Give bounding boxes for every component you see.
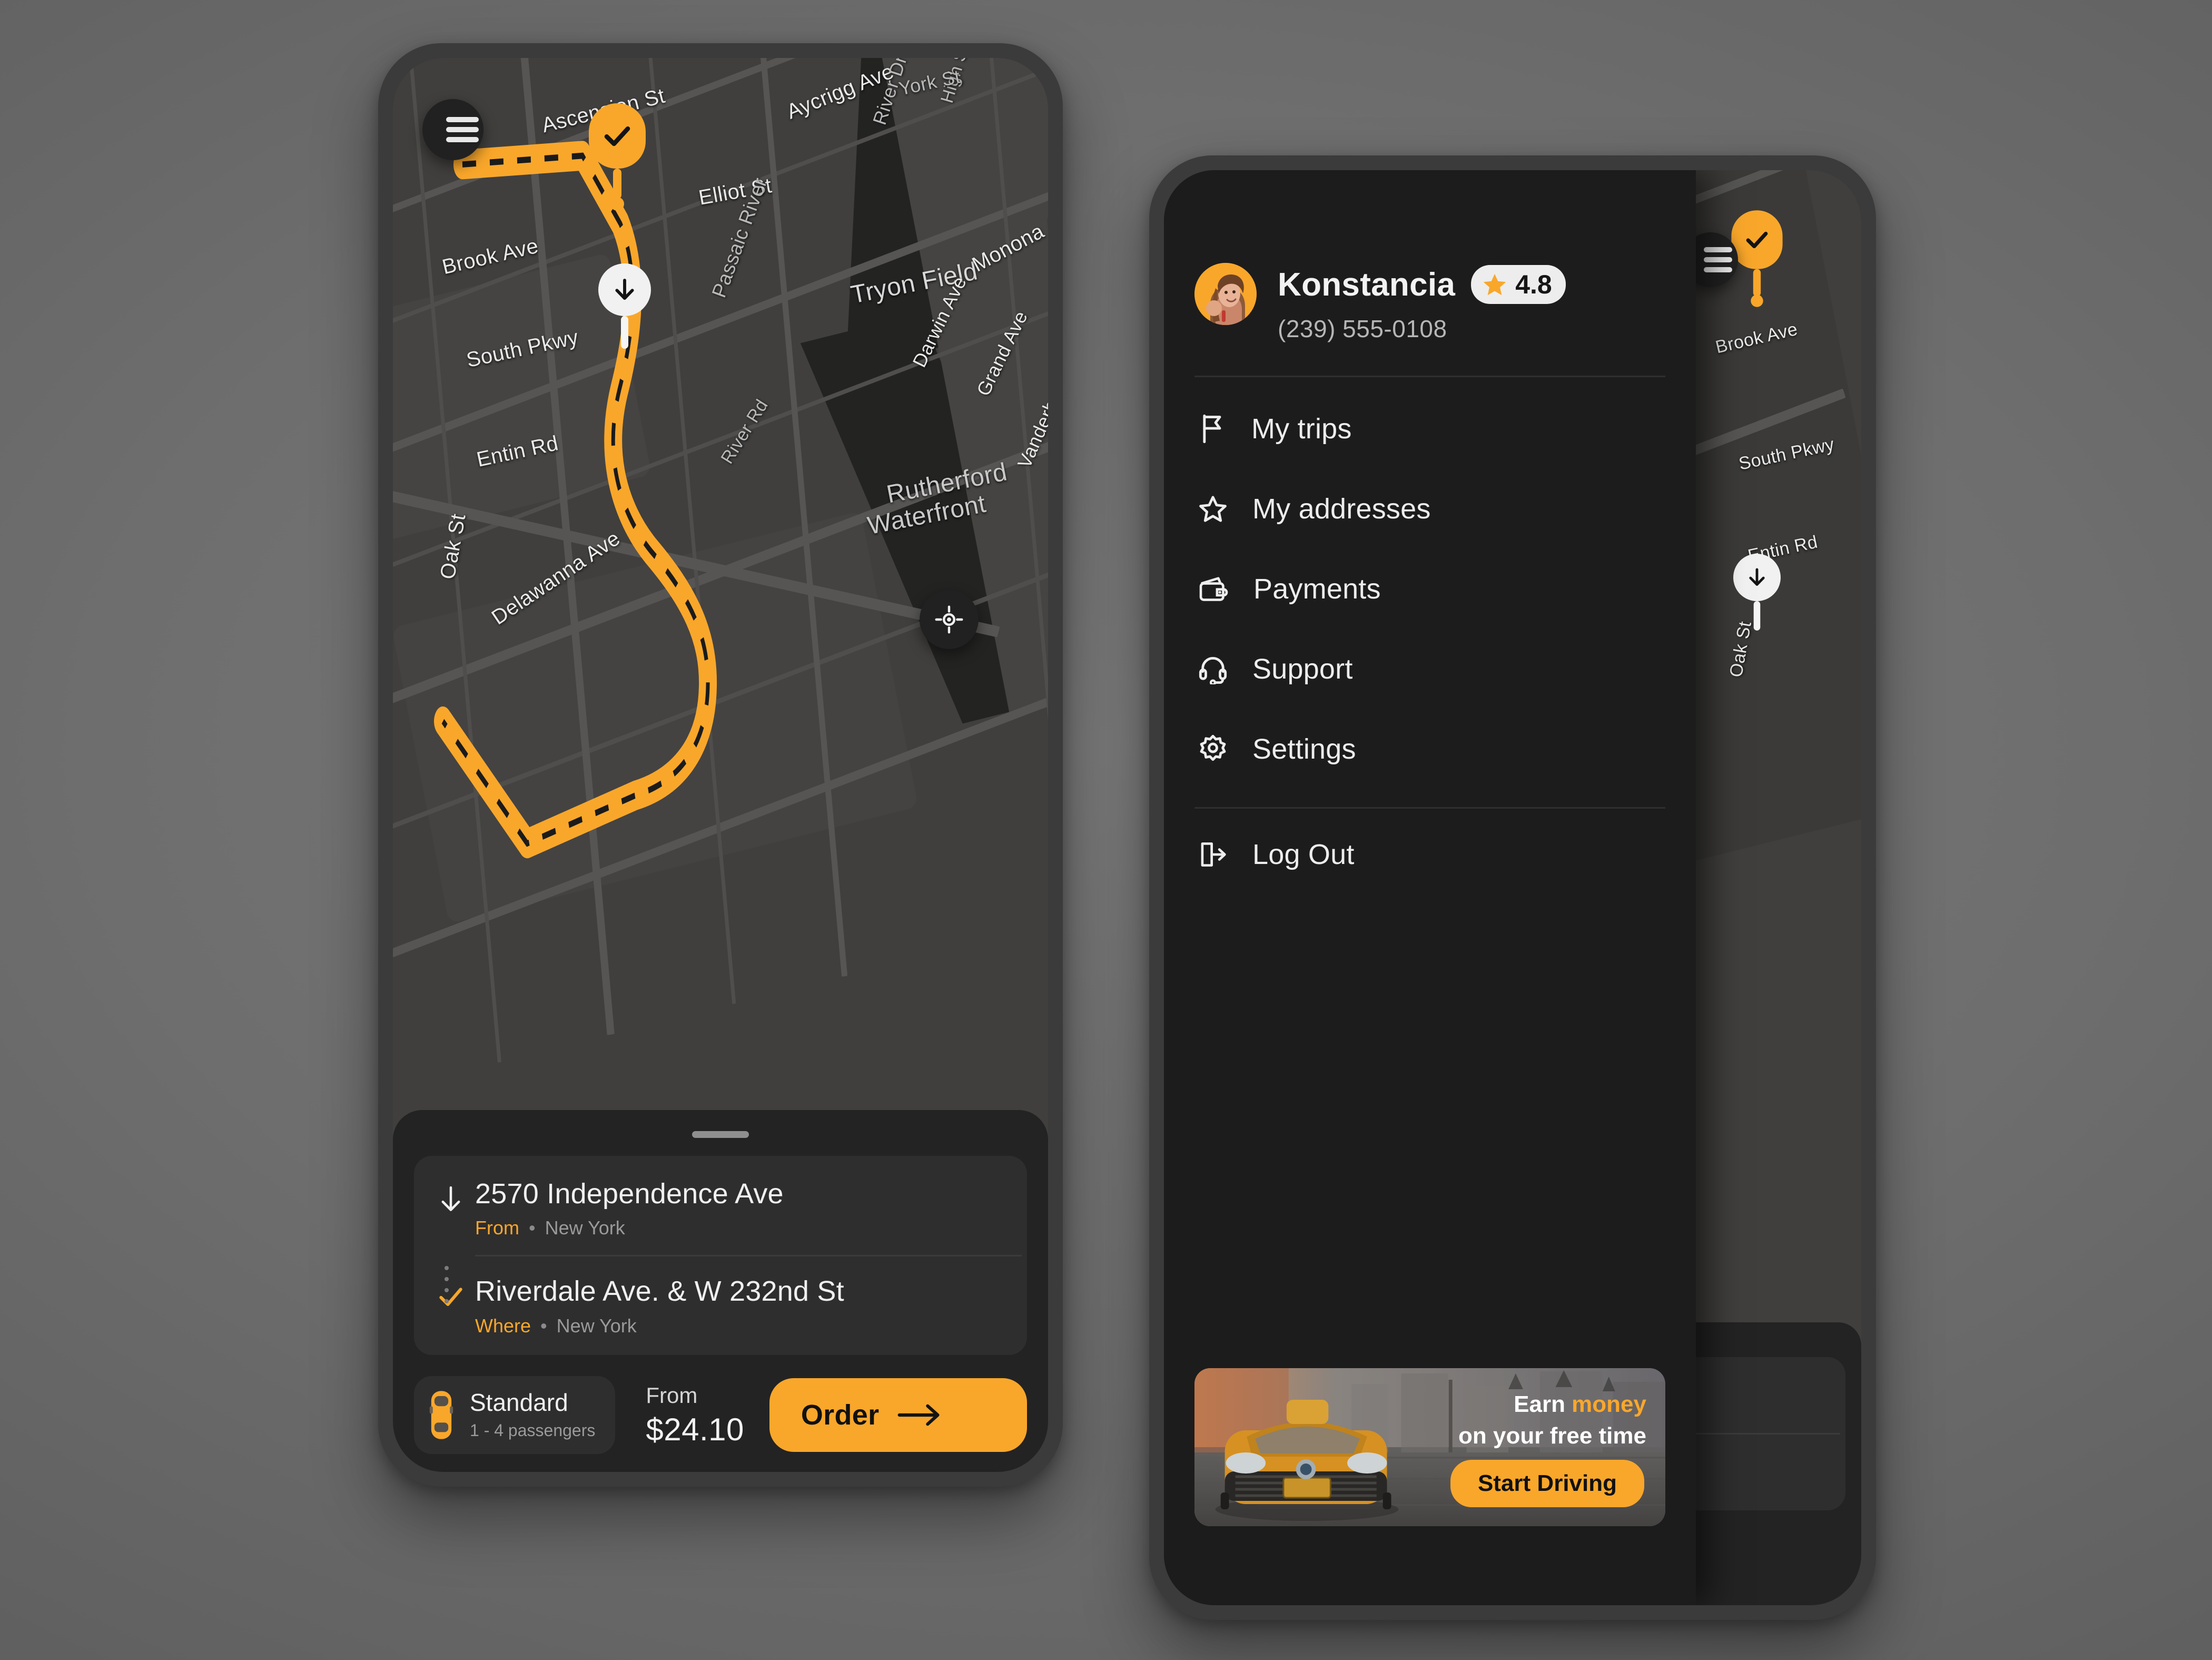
phone-left: Ascension St Aycrigg Ave High St Elliot … (378, 43, 1063, 1487)
menu-item-payments[interactable]: Payments (1194, 549, 1665, 629)
menu-item-support[interactable]: Support (1194, 629, 1665, 709)
logout-icon (1201, 842, 1226, 867)
locate-button[interactable] (920, 590, 979, 649)
from-arrow-icon (427, 1179, 475, 1216)
menu-item-my-addresses[interactable]: My addresses (1194, 469, 1665, 549)
drawer-menu: My trips My addresses Payments Support S… (1194, 377, 1665, 789)
promo-line1-a: Earn (1514, 1391, 1572, 1417)
destination-city: New York (556, 1315, 637, 1337)
rating-badge: 4.8 (1471, 265, 1566, 304)
arrow-right-icon (898, 1404, 940, 1426)
menu-item-label: Payments (1253, 573, 1381, 605)
screen-right: Brook Ave South Pkwy Entin Rd Oak St Kon… (1164, 170, 1861, 1605)
destination-pin[interactable] (598, 263, 651, 349)
destination-address: Riverdale Ave. & W 232nd St (475, 1275, 844, 1308)
vehicle-name: Standard (470, 1388, 568, 1416)
arrow-down-icon (598, 263, 651, 316)
promo-banner[interactable]: Earn money on your free time Start Drivi… (1194, 1368, 1665, 1526)
check-icon (589, 103, 646, 169)
order-button-label: Order (801, 1399, 880, 1431)
arrow-down-icon (1733, 554, 1781, 602)
screen-left: Ascension St Aycrigg Ave High St Elliot … (393, 58, 1048, 1472)
profile-header[interactable]: Konstancia 4.8 (239) 555-0108 (1194, 170, 1665, 343)
profile-name: Konstancia (1278, 266, 1456, 303)
check-icon (1731, 210, 1783, 269)
menu-item-label: My trips (1251, 413, 1352, 445)
price-label: From (646, 1382, 698, 1408)
rating-value: 4.8 (1515, 270, 1552, 299)
car-icon (429, 1391, 453, 1439)
promo-text: Earn money on your free time (1458, 1391, 1646, 1449)
vehicle-capacity: 1 - 4 passengers (470, 1420, 596, 1440)
address-card: 2570 Independence Ave From • New York Ri… (414, 1155, 1027, 1355)
menu-item-my-trips[interactable]: My trips (1194, 389, 1665, 469)
canvas: Ascension St Aycrigg Ave High St Elliot … (0, 0, 2212, 1660)
where-check-icon (427, 1276, 475, 1311)
gear-icon (1200, 734, 1226, 761)
order-button[interactable]: Order (769, 1378, 1027, 1452)
profile-phone: (239) 555-0108 (1278, 315, 1447, 342)
start-driving-button[interactable]: Start Driving (1450, 1460, 1644, 1507)
locate-icon (935, 605, 963, 634)
destination-row[interactable]: Riverdale Ave. & W 232nd St Where • New … (414, 1256, 1027, 1353)
menu-item-label: My addresses (1252, 493, 1431, 525)
price-amount: $24.10 (646, 1411, 744, 1447)
promo-line1-b: money (1572, 1391, 1646, 1417)
star-icon (1483, 274, 1506, 296)
start-driving-label: Start Driving (1477, 1470, 1617, 1496)
destination-separator: • (540, 1315, 547, 1337)
star-icon (1199, 496, 1227, 522)
phone-right: Brook Ave South Pkwy Entin Rd Oak St Kon… (1149, 155, 1876, 1620)
destination-kind: Where (475, 1315, 531, 1337)
origin-kind: From (475, 1217, 519, 1239)
hamburger-icon (446, 112, 479, 147)
origin-pin[interactable] (1731, 210, 1783, 307)
origin-pin[interactable] (589, 103, 646, 211)
origin-row[interactable]: 2570 Independence Ave From • New York (414, 1159, 1027, 1255)
route-dots-icon (445, 1259, 449, 1310)
menu-item-label: Log Out (1252, 839, 1355, 870)
vehicle-selector[interactable]: Standard 1 - 4 passengers (414, 1376, 616, 1454)
menu-button[interactable] (422, 99, 483, 160)
price-block: From $24.10 (646, 1383, 744, 1448)
promo-line2: on your free time (1458, 1423, 1646, 1449)
hamburger-icon (1704, 242, 1732, 277)
avatar (1194, 263, 1257, 325)
origin-city: New York (545, 1217, 625, 1239)
wallet-icon (1199, 577, 1228, 601)
bottom-sheet: 2570 Independence Ave From • New York Ri… (393, 1109, 1048, 1472)
menu-item-log-out[interactable]: Log Out (1194, 809, 1665, 895)
menu-item-settings[interactable]: Settings (1194, 709, 1665, 789)
destination-pin[interactable] (1733, 554, 1781, 631)
headset-icon (1199, 657, 1227, 684)
menu-item-label: Support (1252, 653, 1353, 685)
order-action-row: Standard 1 - 4 passengers From $24.10 Or… (414, 1376, 1027, 1454)
flag-icon (1203, 414, 1221, 444)
sheet-drag-handle[interactable] (692, 1131, 749, 1138)
menu-item-label: Settings (1252, 733, 1356, 765)
origin-separator: • (529, 1217, 536, 1239)
side-drawer: Konstancia 4.8 (239) 555-0108 My trips M… (1164, 170, 1696, 1605)
origin-address: 2570 Independence Ave (475, 1177, 784, 1210)
